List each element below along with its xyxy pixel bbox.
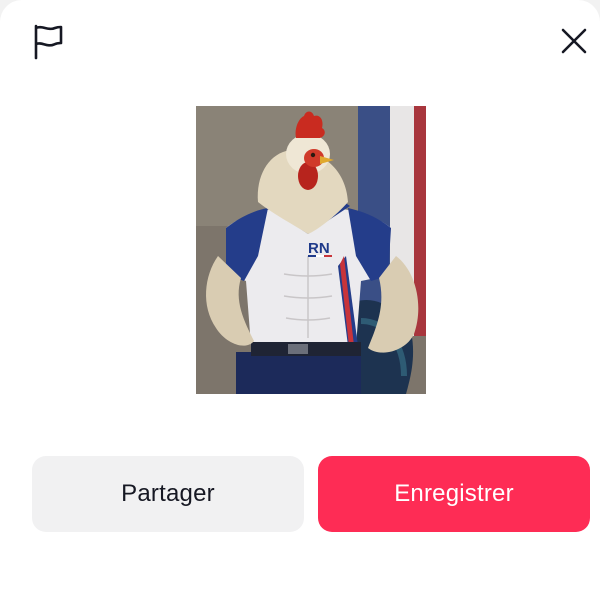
save-button-label: Enregistrer [394, 480, 514, 507]
close-button[interactable] [552, 19, 596, 63]
close-icon [561, 28, 587, 54]
share-button[interactable]: Partager [32, 456, 304, 532]
action-buttons: Partager Enregistrer [32, 456, 590, 532]
svg-text:RN: RN [308, 240, 330, 257]
flag-icon [34, 24, 63, 60]
save-share-sheet: RN Partager Enregistrer [0, 0, 600, 606]
preview-image: RN [196, 106, 426, 394]
save-button[interactable]: Enregistrer [318, 456, 590, 532]
share-button-label: Partager [121, 480, 215, 507]
report-button[interactable] [26, 20, 70, 64]
